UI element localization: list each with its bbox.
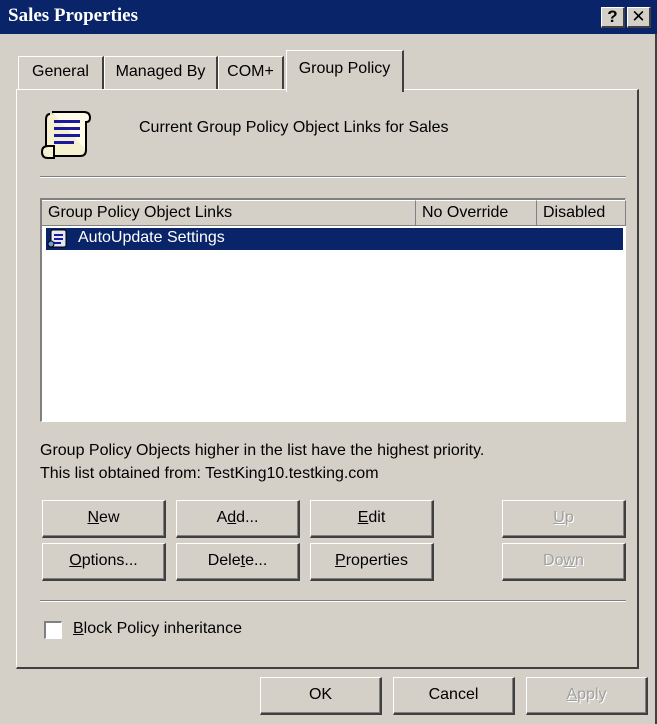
column-header-no-override[interactable]: No Override <box>416 200 537 226</box>
top-separator <box>40 176 626 178</box>
gpo-icon <box>47 229 67 248</box>
new-button[interactable]: New <box>42 500 166 538</box>
tab-managed-by[interactable]: Managed By <box>104 56 218 90</box>
tab-com-plus[interactable]: COM+ <box>218 56 284 90</box>
edit-button[interactable]: Edit <box>310 500 434 538</box>
add-button[interactable]: Add... <box>176 500 300 538</box>
down-button[interactable]: Down <box>502 543 626 581</box>
bottom-separator <box>40 600 626 602</box>
block-inheritance-checkbox[interactable] <box>44 621 62 639</box>
title-bar[interactable]: Sales Properties ? ✕ <box>0 0 657 34</box>
cancel-button[interactable]: Cancel <box>393 677 515 715</box>
gpo-name: AutoUpdate Settings <box>78 229 225 246</box>
options-button[interactable]: Options... <box>42 543 166 581</box>
up-button[interactable]: Up <box>502 500 626 538</box>
ok-button[interactable]: OK <box>260 677 382 715</box>
close-button[interactable]: ✕ <box>627 7 651 28</box>
tab-group-policy[interactable]: Group Policy <box>286 50 404 92</box>
apply-button[interactable]: Apply <box>526 677 648 715</box>
group-policy-scroll-icon <box>40 111 92 159</box>
block-inheritance-label[interactable]: Block Policy inheritance <box>73 620 242 638</box>
properties-dialog: Sales Properties ? ✕ General Managed By … <box>0 0 657 724</box>
column-header-disabled[interactable]: Disabled <box>537 200 626 226</box>
gpo-links-list[interactable]: Group Policy Object Links No Override Di… <box>40 198 626 422</box>
help-button[interactable]: ? <box>601 7 625 28</box>
delete-button[interactable]: Delete... <box>176 543 300 581</box>
list-source: This list obtained from: TestKing10.test… <box>40 465 379 482</box>
tab-general[interactable]: General <box>18 56 104 90</box>
window-title: Sales Properties <box>8 5 138 26</box>
column-header-gpo-links[interactable]: Group Policy Object Links <box>42 200 416 226</box>
header-text: Current Group Policy Object Links for Sa… <box>139 119 449 136</box>
list-item[interactable]: AutoUpdate Settings <box>46 228 623 250</box>
properties-button[interactable]: Properties <box>310 543 434 581</box>
priority-note: Group Policy Objects higher in the list … <box>40 442 485 459</box>
